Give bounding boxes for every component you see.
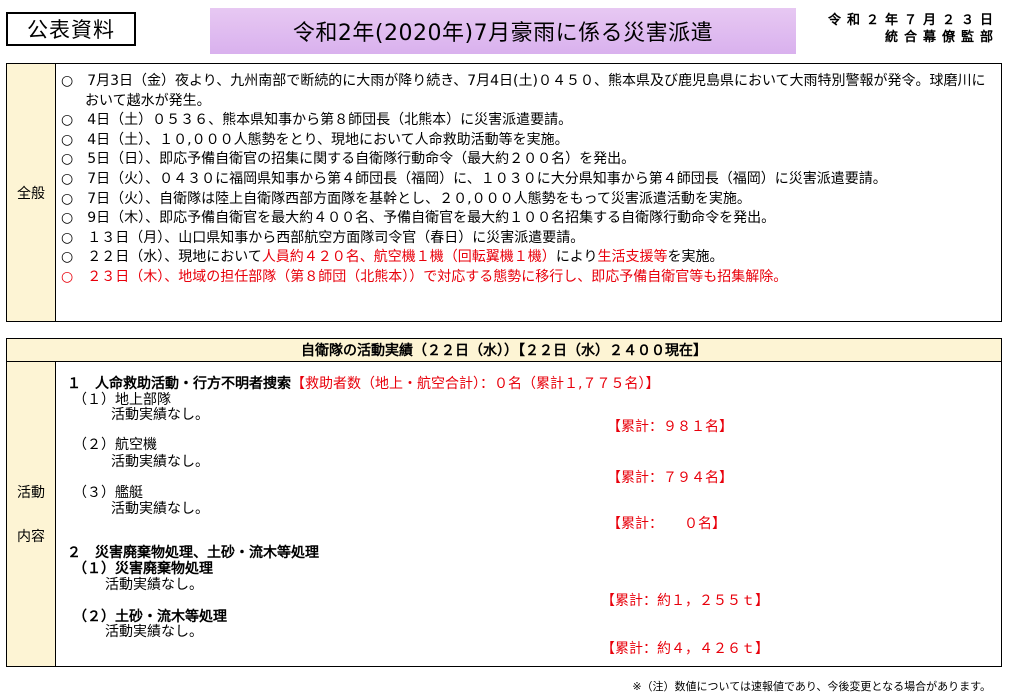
activities-label-line2: 内容 bbox=[17, 529, 45, 545]
ground-cumulative: 【累計：９８１名】 bbox=[607, 419, 733, 435]
activities-label: 活動 内容 bbox=[7, 362, 56, 666]
ship-label: （３）艦艇 bbox=[73, 485, 143, 501]
document-title: 令和2年(2020年)7月豪雨に係る災害派遣 bbox=[210, 8, 796, 54]
list-item: ○ 9日（木）、即応予備自衛官を最大約４００名、予備自衛官を最大約１００名招集す… bbox=[61, 210, 776, 227]
public-document-badge: 公表資料 bbox=[6, 12, 136, 46]
air-label: （２）航空機 bbox=[73, 437, 157, 453]
waste-title: ２ 災害廃棄物処理、土砂・流木等処理 bbox=[67, 545, 319, 561]
activities-header: 自衛隊の活動実績（２２日（水））【２２日（水）２４００現在】 bbox=[7, 339, 1001, 362]
general-label: 全般 bbox=[7, 64, 56, 321]
list-item: ○ 7日（火）、０４３０に福岡県知事から第４師団長（福岡）に、１０３０に大分県知… bbox=[61, 170, 887, 187]
waste-label: （１）災害廃棄物処理 bbox=[73, 561, 213, 577]
issuer: 統合幕僚監部 bbox=[884, 30, 999, 45]
list-item: ○ 4日（土）、１０,０００人態勢をとり、現地において人命救助活動等を実施。 bbox=[61, 131, 569, 148]
list-item: ○ ２２日（水）、現地において人員約４２０名、航空機１機（回転翼機１機）により生… bbox=[61, 249, 724, 266]
waste-cumulative: 【累計：約１，２５５ｔ】 bbox=[601, 593, 769, 609]
list-item: ○ 7月3日（金）夜より、九州南部で断続的に大雨が降り続き、7月4日(土)０４５… bbox=[61, 73, 986, 109]
general-list: ○ 7月3日（金）夜より、九州南部で断続的に大雨が降り続き、7月4日(土)０４５… bbox=[61, 72, 997, 288]
soil-cumulative: 【累計：約４，４２６ｔ】 bbox=[601, 641, 769, 657]
list-item: ○ 5日（日）、即応予備自衛官の招集に関する自衛隊行動命令（最大約２００名）を発… bbox=[61, 151, 636, 168]
soil-label: （２）土砂・流木等処理 bbox=[73, 609, 227, 625]
list-item: ○ １３日（月）、山口県知事から西部航空方面隊司令官（春日）に災害派遣要請。 bbox=[61, 229, 585, 246]
waste-text: 活動実績なし。 bbox=[105, 577, 203, 593]
air-text: 活動実績なし。 bbox=[111, 454, 209, 470]
ship-cumulative: 【累計： ０名】 bbox=[607, 516, 726, 532]
activities-section: 自衛隊の活動実績（２２日（水））【２２日（水）２４００現在】 活動 内容 １ 人… bbox=[6, 338, 1002, 667]
general-section: 全般 ○ 7月3日（金）夜より、九州南部で断続的に大雨が降り続き、7月4日(土)… bbox=[6, 63, 1002, 322]
list-item: ○ 7日（火）、自衛隊は陸上自衛隊西部方面隊を基幹とし、２０,０００人態勢をもっ… bbox=[61, 190, 751, 207]
activities-label-line1: 活動 bbox=[17, 485, 45, 501]
ground-label: （１）地上部隊 bbox=[73, 392, 171, 408]
ground-text: 活動実績なし。 bbox=[111, 407, 209, 423]
soil-text: 活動実績なし。 bbox=[105, 624, 203, 640]
list-item: ○ ２３日（木）、地域の担任部隊（第８師団（北熊本））で対応する態勢に移行し、即… bbox=[61, 268, 788, 285]
list-item: ○ 4日（土）０５３６、熊本県知事から第８師団長（北熊本）に災害派遣要請。 bbox=[61, 112, 573, 129]
issue-date: 令和２年７月２３日 bbox=[827, 13, 999, 28]
issuer-date-block: 令和２年７月２３日 統合幕僚監部 bbox=[828, 12, 999, 46]
footnote: ※（注）数値については速報値であり、今後変更となる場合があります。 bbox=[632, 680, 991, 693]
air-cumulative: 【累計：７９４名】 bbox=[607, 470, 733, 486]
rescue-title: １ 人命救助活動・行方不明者捜索【救助者数（地上・航空合計）：０名（累計１,７７… bbox=[67, 376, 660, 392]
rescue-total: 【救助者数（地上・航空合計）：０名（累計１,７７５名）】 bbox=[291, 376, 660, 392]
ship-text: 活動実績なし。 bbox=[111, 501, 209, 517]
